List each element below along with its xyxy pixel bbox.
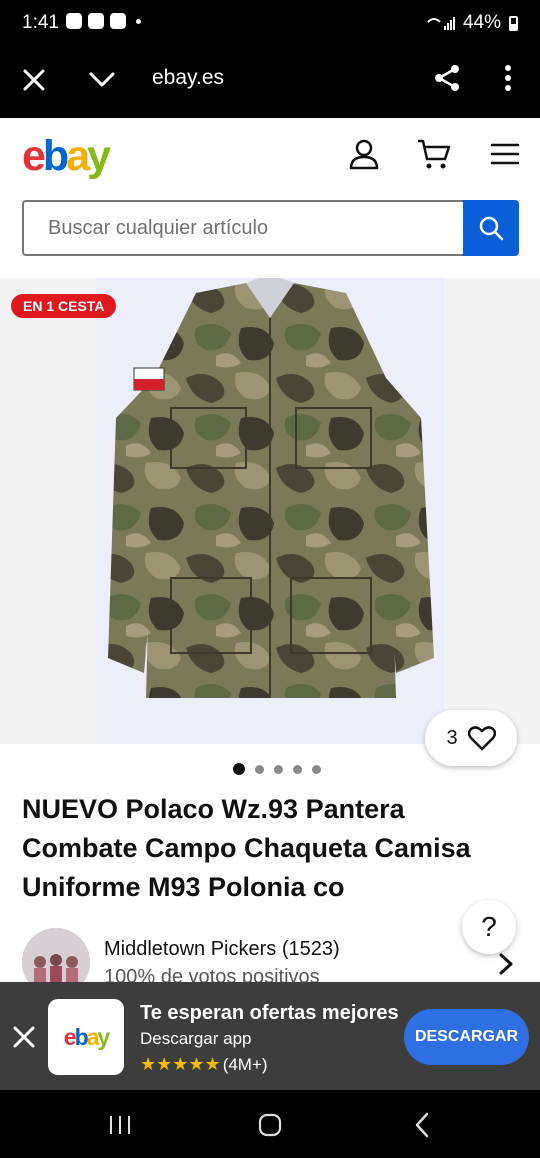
close-icon[interactable]	[12, 1025, 36, 1049]
image-icon	[88, 13, 104, 29]
status-time: 1:41	[22, 12, 59, 33]
notification-icons	[66, 13, 141, 29]
pagination-dot[interactable]	[293, 765, 302, 774]
app-rating: ★★★★★ (4M+)	[140, 1054, 268, 1075]
chevron-down-icon[interactable]	[88, 66, 116, 94]
status-right: 44%	[427, 12, 518, 34]
pagination-dot[interactable]	[274, 765, 283, 774]
wifi-signal-icon	[427, 17, 455, 30]
jacket-image	[96, 278, 444, 744]
back-icon[interactable]	[412, 1112, 432, 1138]
seller-info[interactable]: Middletown Pickers (1523) 100% de votos …	[22, 928, 522, 983]
url-text[interactable]: ebay.es	[152, 66, 224, 90]
ebay-app-logo: ebay	[48, 999, 124, 1075]
promo-title: Te esperan ofertas mejores	[140, 1002, 399, 1024]
listing-title: NUEVO Polaco Wz.93 Pantera Combate Campo…	[22, 794, 471, 902]
product-image[interactable]	[96, 278, 444, 744]
search-icon	[479, 216, 504, 241]
home-icon[interactable]	[258, 1113, 282, 1137]
more-vertical-icon[interactable]	[496, 63, 520, 93]
search-box	[22, 200, 463, 256]
watch-count: 3	[446, 726, 458, 749]
app-promo-banner: ebay Te esperan ofertas mejores Descarga…	[0, 982, 540, 1090]
site-header: ebay	[0, 118, 540, 278]
heart-icon	[467, 726, 496, 751]
promo-subtitle: Descargar app	[140, 1029, 252, 1048]
pagination-dot[interactable]	[255, 765, 264, 774]
image-pagination[interactable]	[0, 762, 540, 778]
search-button[interactable]	[463, 200, 519, 256]
user-icon[interactable]	[348, 138, 380, 170]
cart-count-badge: EN 1 CESTA	[11, 294, 117, 318]
pagination-dot[interactable]	[233, 763, 245, 775]
help-button[interactable]: ?	[462, 900, 516, 954]
search-input[interactable]	[24, 202, 463, 254]
more-notifications-icon	[136, 18, 141, 24]
seller-name[interactable]: Middletown Pickers (1523)	[104, 938, 340, 961]
cart-icon[interactable]	[417, 138, 451, 170]
chat-icon	[66, 13, 82, 29]
share-icon[interactable]	[432, 63, 462, 93]
recent-apps-icon[interactable]	[108, 1114, 132, 1136]
app-icon	[110, 13, 126, 29]
chevron-right-icon[interactable]	[496, 952, 516, 976]
star-rating-icon: ★★★★★	[140, 1054, 221, 1074]
battery-icon	[509, 15, 518, 31]
browser-toolbar: ebay.es	[0, 48, 540, 118]
download-button[interactable]: DESCARGAR	[404, 1009, 529, 1065]
seller-avatar	[22, 928, 90, 983]
system-navigation-bar	[0, 1090, 540, 1158]
status-bar: 1:41 44%	[0, 0, 540, 48]
battery-percent: 44%	[462, 12, 501, 33]
ebay-logo[interactable]: ebay	[22, 132, 111, 181]
review-count: (4M+)	[222, 1054, 268, 1074]
menu-icon[interactable]	[490, 140, 520, 168]
seller-feedback: 100% de votos positivos	[104, 966, 320, 983]
watch-button[interactable]: 3	[425, 710, 517, 766]
image-gallery[interactable]: EN 1 CESTA 3	[0, 278, 540, 766]
close-icon[interactable]	[20, 66, 48, 94]
pagination-dot[interactable]	[312, 765, 321, 774]
